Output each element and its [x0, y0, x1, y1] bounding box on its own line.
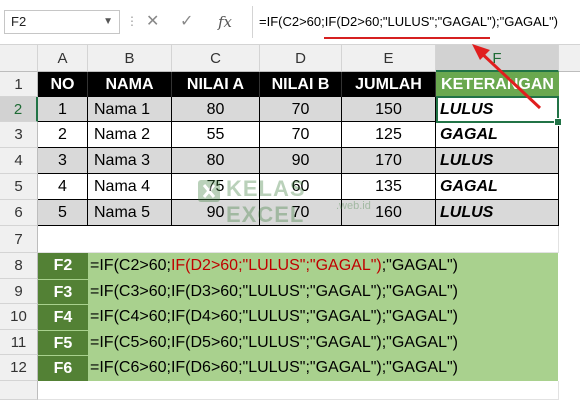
annotation-arrow-icon [472, 44, 542, 110]
